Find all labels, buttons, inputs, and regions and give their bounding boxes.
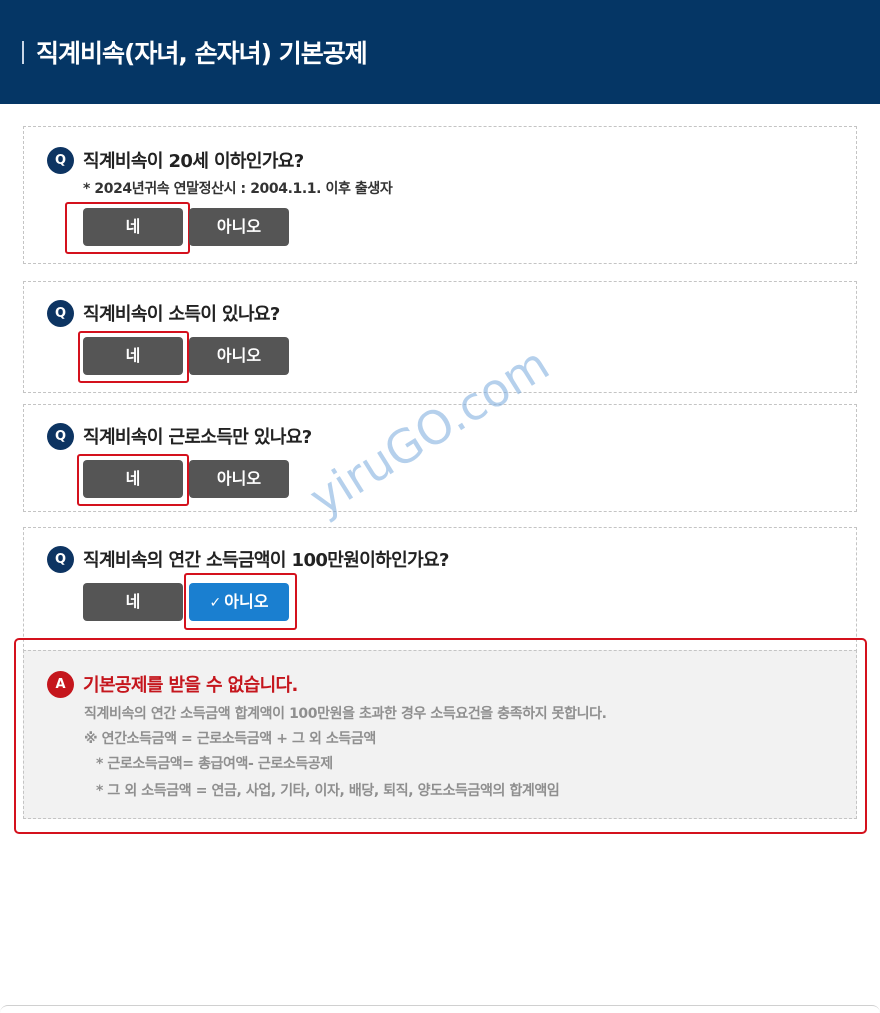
answer-title: 기본공제를 받을 수 없습니다. — [83, 675, 298, 696]
question-card-2: Q 직계비속이 소득이 있나요? 네 아니오 — [23, 281, 857, 393]
answer-line-1: 직계비속의 연간 소득금액 합계액이 100만원을 초과한 경우 소득요건을 충… — [84, 706, 607, 722]
question-card-3: Q 직계비속이 근로소득만 있나요? 네 아니오 — [23, 404, 857, 512]
yes-button[interactable]: 네 — [83, 208, 183, 246]
page-header: 직계비속(자녀, 손자녀) 기본공제 — [0, 0, 880, 104]
question-text: 직계비속의 연간 소득금액이 100만원이하인가요? — [83, 550, 449, 571]
check-icon: ✓ — [209, 595, 222, 611]
yes-button[interactable]: 네 — [83, 583, 183, 621]
question-text: 직계비속이 20세 이하인가요? — [83, 151, 304, 172]
no-button[interactable]: 아니오 — [189, 337, 289, 375]
question-card-1: Q 직계비속이 20세 이하인가요? * 2024년귀속 연말정산시 : 200… — [23, 126, 857, 264]
no-button-label: 아니오 — [224, 592, 269, 611]
question-text: 직계비속이 근로소득만 있나요? — [83, 427, 312, 448]
answer-icon: A — [47, 671, 74, 698]
no-button[interactable]: 아니오 — [189, 460, 289, 498]
yes-button[interactable]: 네 — [83, 460, 183, 498]
yes-button[interactable]: 네 — [83, 337, 183, 375]
answer-card: A 기본공제를 받을 수 없습니다. 직계비속의 연간 소득금액 합계액이 10… — [23, 650, 857, 819]
question-note: * 2024년귀속 연말정산시 : 2004.1.1. 이후 출생자 — [83, 181, 393, 197]
answer-line-3: * 근로소득금액= 총급여액- 근로소득공제 — [96, 756, 333, 772]
header-accent-bar — [22, 41, 24, 64]
answer-line-2: ※ 연간소득금액 = 근로소득금액 + 그 외 소득금액 — [84, 731, 376, 747]
question-icon: Q — [47, 147, 74, 174]
question-icon: Q — [47, 546, 74, 573]
page-title: 직계비속(자녀, 손자녀) 기본공제 — [36, 39, 368, 68]
answer-line-4: * 그 외 소득금액 = 연금, 사업, 기타, 이자, 배당, 퇴직, 양도소… — [96, 783, 560, 799]
question-icon: Q — [47, 423, 74, 450]
question-icon: Q — [47, 300, 74, 327]
bottom-edge — [0, 1005, 880, 1013]
question-text: 직계비속이 소득이 있나요? — [83, 304, 280, 325]
no-button-selected[interactable]: ✓ 아니오 — [189, 583, 289, 621]
no-button[interactable]: 아니오 — [189, 208, 289, 246]
